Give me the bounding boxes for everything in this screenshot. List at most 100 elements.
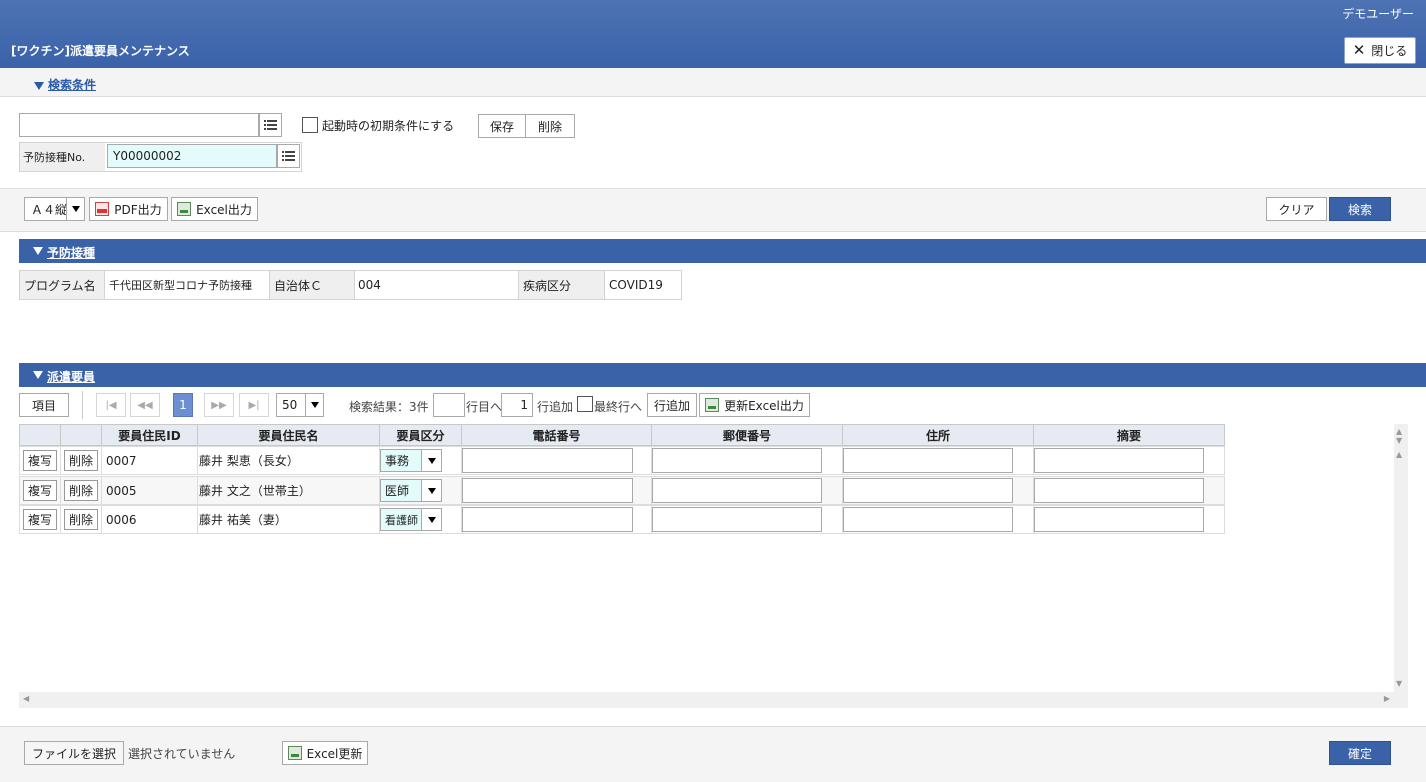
chevron-down-icon [66,198,84,220]
municipality-label: 自治体Ｃ [269,270,355,300]
phone-input[interactable] [462,507,633,532]
paper-size-select[interactable]: Ａ４縦 [24,197,85,221]
title-bar [0,0,1426,68]
staff-type-select[interactable]: 事務 [380,449,442,472]
scroll-up-icon[interactable]: ▲ [1396,427,1402,436]
next-page-icon: ▶▶ [211,399,227,411]
cell-id: 0007 [101,446,198,475]
copy-row-button[interactable]: 複写 [22,509,57,530]
choose-file-button[interactable]: ファイルを選択 [24,741,124,765]
vaccination-section-header[interactable]: 予防接種 [19,239,1426,263]
confirm-button[interactable]: 確定 [1329,741,1391,765]
update-excel-export-button[interactable]: 更新Excel出力 [699,393,810,417]
search-section-header [0,68,1426,97]
memo-input[interactable] [1034,448,1204,473]
vaccination-no-input[interactable]: Y00000002 [107,144,277,168]
scroll-down-icon[interactable]: ▼ [1396,679,1402,688]
chevron-down-icon [305,394,323,416]
excel-icon [177,202,192,216]
delete-condition-button[interactable]: 削除 [525,114,575,138]
grid-header-address[interactable]: 住所 [842,424,1034,446]
address-input[interactable] [843,507,1013,532]
collapse-triangle-icon [33,371,43,379]
list-icon [282,150,295,162]
page-size-select[interactable]: 50 [276,393,324,417]
grid-header-name[interactable]: 要員住民名 [197,424,380,446]
delete-row-button[interactable]: 削除 [63,509,98,530]
collapse-triangle-icon [33,247,43,255]
grid-header-memo[interactable]: 摘要 [1033,424,1225,446]
search-button[interactable]: 検索 [1329,197,1391,221]
close-label: 閉じる [1371,44,1408,58]
close-button[interactable]: ✕ 閉じる [1344,37,1416,64]
memo-input[interactable] [1034,507,1204,532]
memo-input[interactable] [1034,478,1204,503]
user-name: デモユーザー [1342,7,1414,21]
close-icon: ✕ [1352,41,1366,59]
toolbar-divider [82,391,83,419]
grid-header-postal[interactable]: 郵便番号 [651,424,843,446]
postal-input[interactable] [652,507,822,532]
scroll-down-icon[interactable]: ▼ [1396,436,1402,445]
pdf-export-button[interactable]: PDF出力 [89,197,168,221]
items-button[interactable]: 項目 [19,393,69,417]
prev-page-button[interactable]: ◀◀ [130,393,160,417]
address-input[interactable] [843,448,1013,473]
first-page-icon: |◀ [105,399,117,411]
next-page-button[interactable]: ▶▶ [204,393,234,417]
grid-header-id[interactable]: 要員住民ID [101,424,198,446]
staff-type-select[interactable]: 医師 [380,479,442,502]
phone-input[interactable] [462,478,633,503]
vaccination-no-list-button[interactable] [277,144,300,168]
startup-checkbox[interactable] [302,117,318,133]
vertical-scrollbar[interactable]: ▲ ▼ ▲ ▼ [1394,424,1408,692]
scroll-left-icon[interactable]: ◀ [23,694,29,703]
delete-row-button[interactable]: 削除 [63,480,98,501]
goto-row-label: 行目へ [466,400,503,414]
grid-header-blank [19,424,61,446]
condition-name-input[interactable] [19,113,259,137]
cell-name: 藤井 梨恵（長女） [197,446,380,475]
add-row-button[interactable]: 行追加 [647,393,697,417]
first-page-button[interactable]: |◀ [96,393,126,417]
copy-row-button[interactable]: 複写 [22,480,57,501]
chevron-down-icon [421,480,441,501]
horizontal-scrollbar[interactable]: ◀ ▶ [19,692,1408,708]
phone-input[interactable] [462,448,633,473]
search-result-count: 検索結果：3件 [349,400,429,414]
postal-input[interactable] [652,478,822,503]
last-row-label: 最終行へ [594,400,643,414]
add-row-count-input[interactable]: 1 [501,393,533,417]
scroll-up-icon[interactable]: ▲ [1396,450,1402,459]
excel-update-button[interactable]: Excel更新 [282,741,368,765]
scroll-right-icon[interactable]: ▶ [1384,694,1390,703]
grid-header-type[interactable]: 要員区分 [379,424,462,446]
add-row-label: 行追加 [537,400,574,414]
page-title: [ワクチン]派遣要員メンテナンス [11,44,190,58]
search-section-toggle[interactable]: 検索条件 [34,76,96,93]
clear-button[interactable]: クリア [1266,197,1327,221]
cell-id: 0006 [101,505,198,534]
chevron-down-icon [421,450,441,471]
last-page-button[interactable]: ▶| [239,393,269,417]
last-row-checkbox[interactable] [577,396,593,412]
copy-row-button[interactable]: 複写 [22,450,57,471]
staff-grid: 要員住民ID 要員住民名 要員区分 電話番号 郵便番号 住所 摘要 複写 削除 … [19,424,1394,692]
startup-checkbox-label: 起動時の初期条件にする [322,119,455,133]
excel-icon [287,746,302,760]
staff-type-select[interactable]: 看護師 [380,508,442,531]
grid-header-phone[interactable]: 電話番号 [461,424,652,446]
last-page-icon: ▶| [248,399,260,411]
chevron-down-icon [421,509,441,530]
postal-input[interactable] [652,448,822,473]
goto-row-input[interactable] [433,393,465,417]
current-page-button[interactable]: 1 [173,393,193,417]
address-input[interactable] [843,478,1013,503]
staff-section-header[interactable]: 派遣要員 [19,363,1426,387]
excel-export-button[interactable]: Excel出力 [171,197,258,221]
delete-row-button[interactable]: 削除 [63,450,98,471]
no-file-text: 選択されていません [128,747,236,761]
condition-list-button[interactable] [259,113,282,137]
save-condition-button[interactable]: 保存 [478,114,526,138]
disease-label: 疾病区分 [518,270,605,300]
